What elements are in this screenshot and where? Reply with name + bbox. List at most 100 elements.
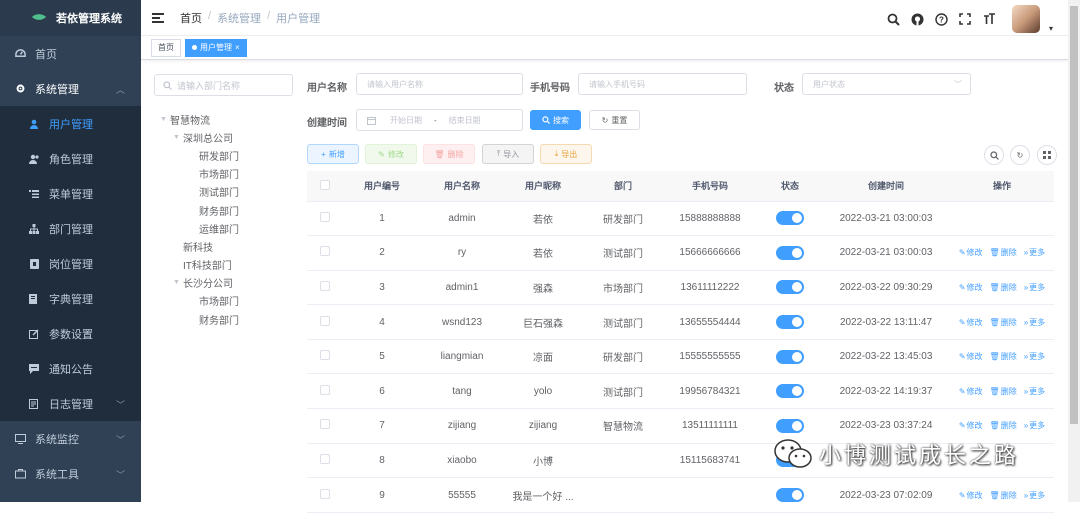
tree-node[interactable]: 财务部门 <box>160 310 239 328</box>
avatar[interactable] <box>1012 5 1040 33</box>
sidebar-item-post[interactable]: 岗位管理 <box>0 246 141 281</box>
sidebar-item-dict[interactable]: 字典管理 <box>0 281 141 316</box>
tree-node[interactable]: ▼深圳总公司 <box>160 128 239 146</box>
row-delete-link[interactable]: 🗑删除 <box>990 420 1017 431</box>
row-edit-link[interactable]: ✎修改 <box>959 420 983 431</box>
edit-button[interactable]: ✎修改 <box>365 144 417 164</box>
sidebar-item-notice[interactable]: 通知公告 <box>0 351 141 386</box>
row-edit-link[interactable]: ✎修改 <box>959 351 983 362</box>
table-row[interactable]: 4wsnd123巨石强森测试部门136555544442022-03-22 13… <box>307 305 1054 340</box>
row-checkbox[interactable] <box>320 350 330 360</box>
row-delete-link[interactable]: 🗑删除 <box>990 282 1017 293</box>
row-checkbox[interactable] <box>320 316 330 326</box>
close-icon[interactable]: × <box>235 40 240 56</box>
row-edit-link[interactable]: ✎修改 <box>959 247 983 258</box>
hamburger-icon[interactable] <box>152 13 164 23</box>
fullscreen-icon[interactable] <box>958 12 973 27</box>
row-more-link[interactable]: »更多 <box>1024 317 1045 328</box>
breadcrumb-home[interactable]: 首页 <box>180 10 202 26</box>
caret-down-icon[interactable]: ▼ <box>173 279 183 286</box>
breadcrumb-system[interactable]: 系统管理 <box>217 10 261 26</box>
sidebar-item-system[interactable]: 系统管理 ︿ <box>0 71 141 106</box>
search-button[interactable]: 搜索 <box>530 110 581 130</box>
question-icon[interactable]: ? <box>934 12 949 27</box>
sidebar-item-monitor[interactable]: 系统监控 ﹀ <box>0 421 141 456</box>
tree-node[interactable]: 研发部门 <box>160 146 239 164</box>
github-icon[interactable] <box>910 12 925 27</box>
status-switch[interactable] <box>776 280 804 294</box>
row-checkbox[interactable] <box>320 489 330 499</box>
status-switch[interactable] <box>776 419 804 433</box>
row-edit-link[interactable]: ✎修改 <box>959 282 983 293</box>
tree-node[interactable]: ▼长沙分公司 <box>160 274 239 292</box>
tree-node[interactable]: 市场部门 <box>160 165 239 183</box>
caret-down-icon[interactable]: ▼ <box>160 116 170 123</box>
row-select-cell[interactable] <box>307 236 342 271</box>
row-select-cell[interactable] <box>307 409 342 444</box>
row-more-link[interactable]: »更多 <box>1024 351 1045 362</box>
tag-home[interactable]: 首页 <box>151 39 181 57</box>
row-more-link[interactable]: »更多 <box>1024 386 1045 397</box>
tree-node[interactable]: IT科技部门 <box>160 256 239 274</box>
row-delete-link[interactable]: 🗑删除 <box>990 247 1017 258</box>
row-delete-link[interactable]: 🗑删除 <box>990 317 1017 328</box>
tree-node[interactable]: 新科技 <box>160 237 239 255</box>
status-switch[interactable] <box>776 350 804 364</box>
tree-node[interactable]: ▼智慧物流 <box>160 110 239 128</box>
scrollbar-thumb[interactable] <box>1070 6 1078 424</box>
status-switch[interactable] <box>776 211 804 225</box>
row-checkbox[interactable] <box>320 385 330 395</box>
row-edit-link[interactable]: ✎修改 <box>959 386 983 397</box>
export-button[interactable]: ⤓导出 <box>540 144 592 164</box>
row-more-link[interactable]: »更多 <box>1024 282 1045 293</box>
row-checkbox[interactable] <box>320 212 330 222</box>
reset-button[interactable]: ↻ 重置 <box>589 110 640 130</box>
sidebar-item-home[interactable]: 首页 <box>0 36 141 71</box>
columns-button[interactable] <box>1037 145 1057 165</box>
phone-input[interactable]: 请输入手机号码 <box>578 73 747 95</box>
row-select-cell[interactable] <box>307 478 342 513</box>
table-row[interactable]: 1admin若依研发部门158888888882022-03-21 03:00:… <box>307 201 1054 236</box>
tree-node[interactable]: 测试部门 <box>160 183 239 201</box>
table-row[interactable]: 955555我是一个好 ...2022-03-23 07:02:09✎修改🗑删除… <box>307 478 1054 513</box>
tag-user-management[interactable]: 用户管理 × <box>185 39 247 57</box>
table-row[interactable]: 6tangyolo测试部门199567843212022-03-22 14:19… <box>307 374 1054 409</box>
sidebar-item-tool[interactable]: 系统工具 ﹀ <box>0 456 141 491</box>
select-all-header[interactable] <box>307 171 342 201</box>
row-select-cell[interactable] <box>307 270 342 305</box>
row-select-cell[interactable] <box>307 339 342 374</box>
table-row[interactable]: 3admin1强森市场部门136111122222022-03-22 09:30… <box>307 270 1054 305</box>
select-all-checkbox[interactable] <box>320 180 330 190</box>
date-range-picker[interactable]: 开始日期 - 结束日期 <box>356 109 523 131</box>
table-row[interactable]: 2ry若依测试部门156666666662022-03-21 03:00:03✎… <box>307 236 1054 271</box>
row-select-cell[interactable] <box>307 201 342 236</box>
row-checkbox[interactable] <box>320 454 330 464</box>
toggle-search-button[interactable] <box>984 145 1004 165</box>
logo[interactable]: 若依管理系统 <box>0 0 141 36</box>
status-switch[interactable] <box>776 246 804 260</box>
sidebar-item-role[interactable]: 角色管理 <box>0 141 141 176</box>
row-more-link[interactable]: »更多 <box>1024 420 1045 431</box>
page-scrollbar[interactable] <box>1068 0 1080 502</box>
row-select-cell[interactable] <box>307 443 342 478</box>
add-button[interactable]: +新增 <box>307 144 359 164</box>
table-row[interactable]: 5liangmian凉面研发部门155555555552022-03-22 13… <box>307 339 1054 374</box>
delete-button[interactable]: 🗑删除 <box>423 144 475 164</box>
tree-node[interactable]: 财务部门 <box>160 201 239 219</box>
sidebar-item-user[interactable]: 用户管理 <box>0 106 141 141</box>
sidebar-item-dept[interactable]: 部门管理 <box>0 211 141 246</box>
row-delete-link[interactable]: 🗑删除 <box>990 386 1017 397</box>
row-checkbox[interactable] <box>320 281 330 291</box>
row-delete-link[interactable]: 🗑删除 <box>990 351 1017 362</box>
row-edit-link[interactable]: ✎修改 <box>959 317 983 328</box>
status-switch[interactable] <box>776 315 804 329</box>
tree-node[interactable]: 市场部门 <box>160 292 239 310</box>
row-select-cell[interactable] <box>307 374 342 409</box>
caret-down-icon[interactable]: ▾ <box>1049 24 1053 33</box>
row-checkbox[interactable] <box>320 419 330 429</box>
caret-down-icon[interactable]: ▼ <box>173 134 183 141</box>
row-select-cell[interactable] <box>307 305 342 340</box>
sidebar-item-log[interactable]: 日志管理 ﹀ <box>0 386 141 421</box>
sidebar-item-menu[interactable]: 菜单管理 <box>0 176 141 211</box>
font-size-icon[interactable] <box>982 12 997 27</box>
